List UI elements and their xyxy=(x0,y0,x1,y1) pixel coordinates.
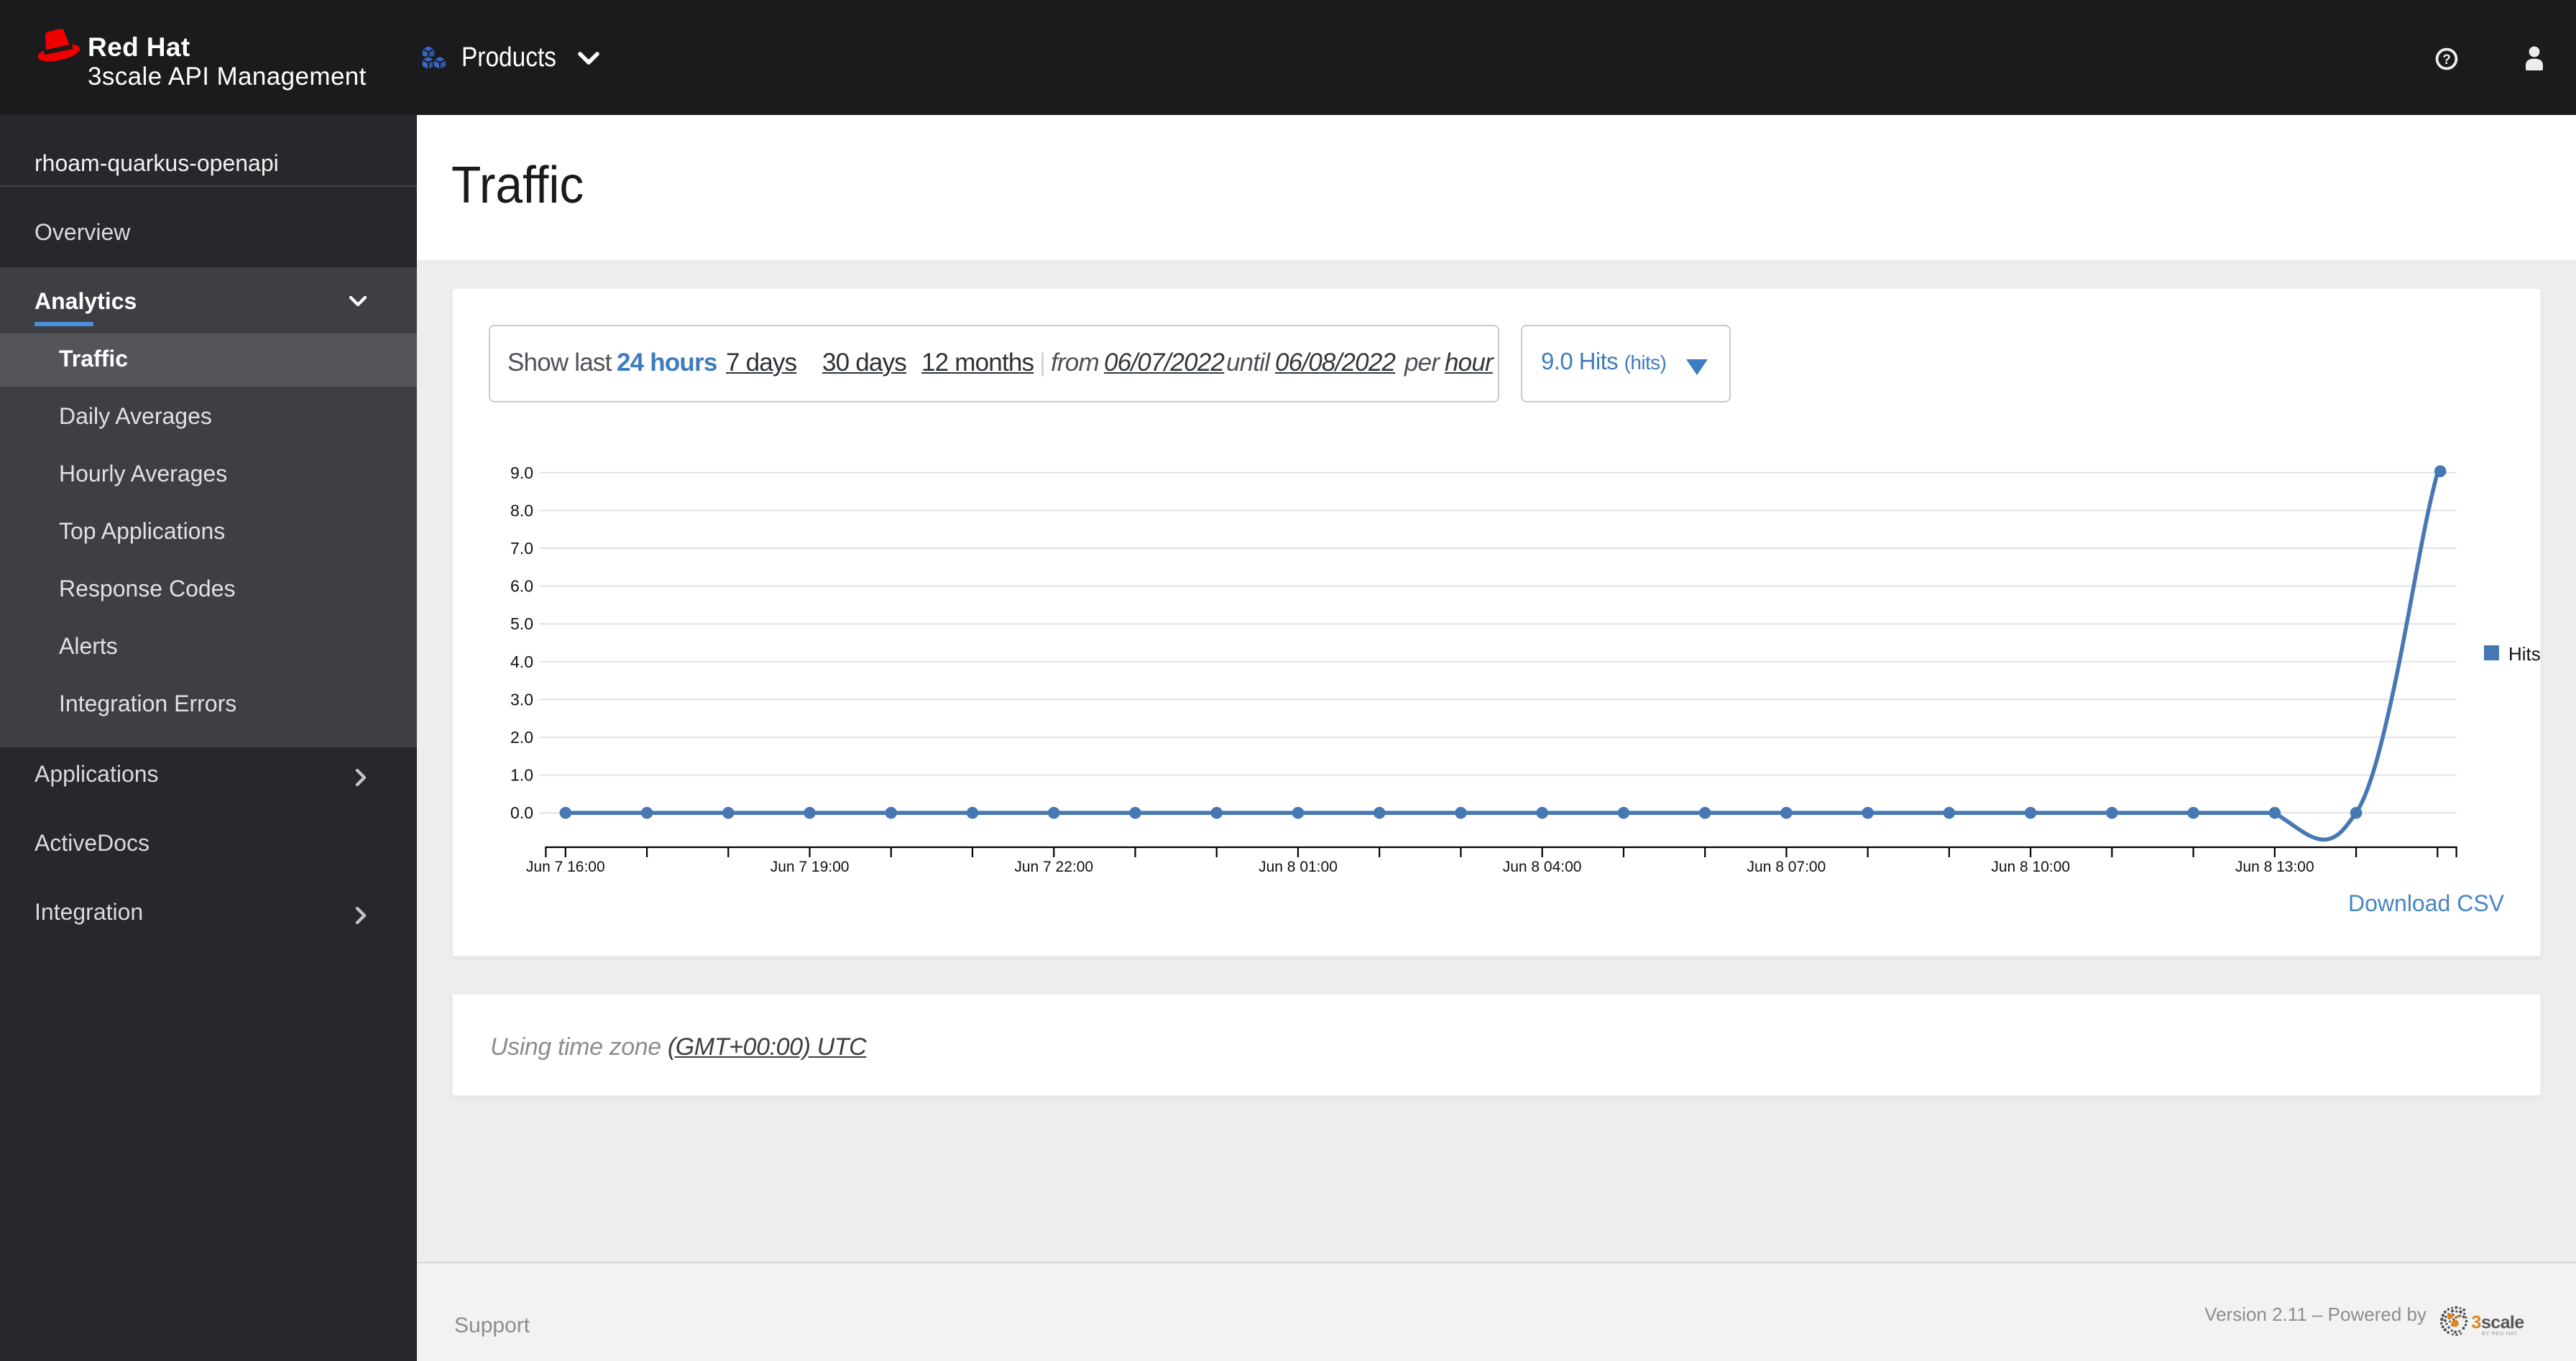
svg-text:0.0: 0.0 xyxy=(510,803,533,822)
svg-text:?: ? xyxy=(2442,52,2451,68)
svg-text:Jun 8 13:00: Jun 8 13:00 xyxy=(2235,859,2314,875)
svg-text:Jun 8 01:00: Jun 8 01:00 xyxy=(1259,859,1338,875)
svg-text:9.0: 9.0 xyxy=(510,463,533,482)
svg-text:3: 3 xyxy=(2471,1311,2481,1332)
svg-text:Jun 7 19:00: Jun 7 19:00 xyxy=(770,859,850,875)
svg-text:Jun 8 10:00: Jun 8 10:00 xyxy=(1991,859,2070,875)
svg-text:7.0: 7.0 xyxy=(510,539,533,558)
svg-text:5.0: 5.0 xyxy=(510,614,533,633)
svg-text:Hits: Hits xyxy=(2508,643,2541,665)
svg-text:Jun 8 04:00: Jun 8 04:00 xyxy=(1503,859,1582,875)
svg-text:3.0: 3.0 xyxy=(510,690,533,709)
svg-text:4.0: 4.0 xyxy=(510,652,533,671)
svg-text:8.0: 8.0 xyxy=(510,501,533,520)
svg-text:BY RED HAT: BY RED HAT xyxy=(2482,1329,2518,1336)
svg-text:2.0: 2.0 xyxy=(510,728,533,747)
svg-text:6.0: 6.0 xyxy=(510,577,533,596)
svg-text:Jun 8 07:00: Jun 8 07:00 xyxy=(1747,859,1826,875)
svg-text:Jun 7 16:00: Jun 7 16:00 xyxy=(526,859,605,875)
svg-text:1.0: 1.0 xyxy=(510,766,533,785)
svg-text:Jun 7 22:00: Jun 7 22:00 xyxy=(1014,859,1093,875)
